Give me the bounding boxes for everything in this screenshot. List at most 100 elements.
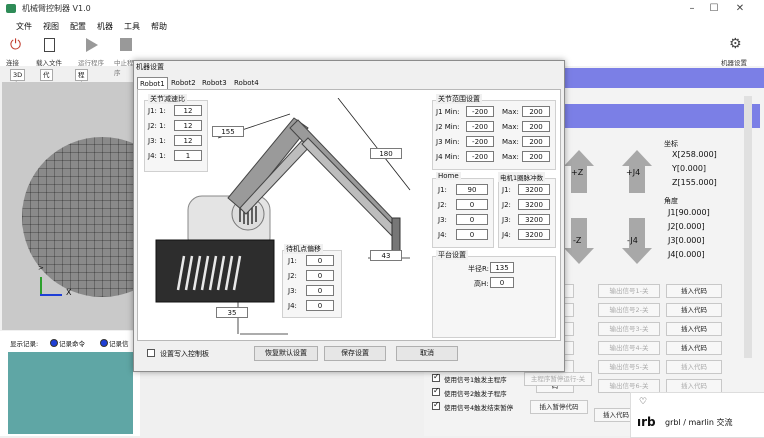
menu-view[interactable]: 视图 — [43, 21, 59, 32]
menu-help[interactable]: 帮助 — [151, 21, 167, 32]
output-5-toggle[interactable]: 输出信号5-关 — [598, 360, 660, 374]
off-j2-input[interactable]: 0 — [306, 270, 334, 281]
range-j4-max-label: Max: — [502, 153, 519, 161]
write-to-board-checkbox[interactable] — [147, 349, 155, 357]
red-j1-input[interactable]: 12 — [174, 105, 202, 116]
chat-toast[interactable]: ♡ ırb grbl / marlin 交流 — [630, 392, 764, 438]
dim-180-input[interactable]: 180 — [370, 148, 402, 159]
tab-3d[interactable]: 3D窗口 — [10, 69, 26, 99]
home-j1-input[interactable]: 90 — [456, 184, 488, 195]
range-j2-max[interactable]: 200 — [522, 121, 550, 132]
pulses-title: 电机1圈脉冲数 — [498, 172, 546, 182]
pulse-j2-input[interactable]: 3200 — [518, 199, 550, 210]
range-j4-label: J4 Min: — [436, 153, 460, 161]
chk-signal1-label: 使用信号1触发主程序 — [444, 376, 507, 384]
cancel-button[interactable]: 取消 — [396, 346, 458, 361]
output-1-toggle[interactable]: 输出信号1-关 — [598, 284, 660, 298]
stop-icon — [120, 38, 132, 51]
range-j2-min[interactable]: -200 — [466, 121, 494, 132]
load-file-button[interactable]: 载入文件 — [34, 36, 66, 67]
radius-input[interactable]: 135 — [490, 262, 514, 273]
power-icon: ⏻ — [10, 37, 22, 53]
up-arrow-icon — [622, 150, 652, 166]
main-pause-toggle[interactable]: 主程序暂停运行-关 — [524, 372, 592, 386]
home-j2-label: J2: — [438, 201, 447, 209]
output-3-toggle[interactable]: 输出信号3-关 — [598, 322, 660, 336]
off-j3-input[interactable]: 0 — [306, 285, 334, 296]
close-button[interactable]: ✕ — [732, 2, 748, 16]
home-j3-input[interactable]: 0 — [456, 214, 488, 225]
red-j3-label: J3: 1: — [148, 137, 166, 145]
height-input[interactable]: 0 — [490, 277, 514, 288]
log-opt1-label: 记录命令 — [59, 340, 85, 348]
chk-signal4-end[interactable] — [432, 400, 440, 410]
home-j1-label: J1: — [438, 186, 447, 194]
insert-code-button-4[interactable]: 插入代码 — [666, 341, 722, 355]
maximize-button[interactable]: ☐ — [706, 2, 722, 16]
red-j3-input[interactable]: 12 — [174, 135, 202, 146]
run-button[interactable]: 运行程序 — [76, 36, 108, 67]
red-j2-input[interactable]: 12 — [174, 120, 202, 131]
range-j1-max[interactable]: 200 — [522, 106, 550, 117]
menu-machine[interactable]: 机器 — [97, 21, 113, 32]
dim-35-input[interactable]: 35 — [216, 307, 248, 318]
range-j3-min[interactable]: -200 — [466, 136, 494, 147]
range-j3-max[interactable]: 200 — [522, 136, 550, 147]
pulse-j4-input[interactable]: 3200 — [518, 229, 550, 240]
home-j4-label: J4: — [438, 231, 447, 239]
insert-pause-button[interactable]: 插入暂停代码 — [530, 400, 588, 414]
home-j2-input[interactable]: 0 — [456, 199, 488, 210]
red-j4-input[interactable]: 1 — [174, 150, 202, 161]
log-radio-2[interactable] — [100, 339, 108, 347]
pulse-j3-input[interactable]: 3200 — [518, 214, 550, 225]
log-label: 显示记录: — [10, 340, 39, 348]
status-bar-top — [564, 68, 764, 88]
minimize-button[interactable]: – — [684, 2, 700, 16]
insert-code-button-6[interactable]: 插入代码 — [666, 379, 722, 393]
dim-155-input[interactable]: 155 — [212, 126, 244, 137]
off-j4-input[interactable]: 0 — [306, 300, 334, 311]
restore-defaults-button[interactable]: 恢复默认设置 — [254, 346, 318, 361]
tab-comm[interactable]: 程序通讯 — [75, 69, 88, 109]
connect-button[interactable]: ⏻ 连接 — [4, 36, 30, 67]
file-icon — [44, 38, 55, 52]
menu-tools[interactable]: 工具 — [124, 21, 140, 32]
tab-robot4[interactable]: Robot4 — [232, 77, 261, 89]
jog-j4-minus-button[interactable]: -J4 — [622, 218, 652, 266]
home-j4-input[interactable]: 0 — [456, 229, 488, 240]
3d-viewport[interactable]: X > — [2, 82, 182, 330]
tab-robot3[interactable]: Robot3 — [200, 77, 229, 89]
insert-code-button-3[interactable]: 插入代码 — [666, 322, 722, 336]
home-title: Home — [436, 172, 461, 180]
insert-code-button-5[interactable]: 插入代码 — [666, 360, 722, 374]
log-radio-1[interactable] — [50, 339, 58, 347]
log-area[interactable] — [8, 352, 133, 434]
output-4-toggle[interactable]: 输出信号4-关 — [598, 341, 660, 355]
menu-file[interactable]: 文件 — [16, 21, 32, 32]
tab-robot2[interactable]: Robot2 — [169, 77, 198, 89]
pulse-j1-input[interactable]: 3200 — [518, 184, 550, 195]
machine-settings-button[interactable]: ⚙ 机器设置 — [720, 36, 754, 67]
dim-43-input[interactable]: 43 — [370, 250, 402, 261]
range-j1-min[interactable]: -200 — [466, 106, 494, 117]
menu-config[interactable]: 配置 — [70, 21, 86, 32]
output-6-toggle[interactable]: 输出信号6-关 — [598, 379, 660, 393]
app-icon — [6, 4, 16, 13]
off-j1-input[interactable]: 0 — [306, 255, 334, 266]
range-j4-max[interactable]: 200 — [522, 151, 550, 162]
output-2-toggle[interactable]: 输出信号2-关 — [598, 303, 660, 317]
chk-signal2-sub[interactable] — [432, 386, 440, 396]
coord-y: Y[0.000] — [672, 164, 707, 173]
insert-code-button-1[interactable]: 插入代码 — [666, 284, 722, 298]
jog-z-plus-button[interactable]: +Z — [564, 150, 594, 194]
tab-code-editor[interactable]: 代码编辑 — [40, 69, 53, 109]
height-label: 高H: — [474, 280, 489, 288]
range-j4-min[interactable]: -200 — [466, 151, 494, 162]
insert-code-button-2[interactable]: 插入代码 — [666, 303, 722, 317]
radius-label: 半径R: — [468, 265, 490, 273]
chk-signal1-main[interactable] — [432, 372, 440, 382]
jog-j4-plus-button[interactable]: +J4 — [622, 150, 652, 194]
axis-x-arrow — [40, 294, 62, 296]
jog-z-minus-button[interactable]: -Z — [564, 218, 594, 266]
save-settings-button[interactable]: 保存设置 — [324, 346, 386, 361]
